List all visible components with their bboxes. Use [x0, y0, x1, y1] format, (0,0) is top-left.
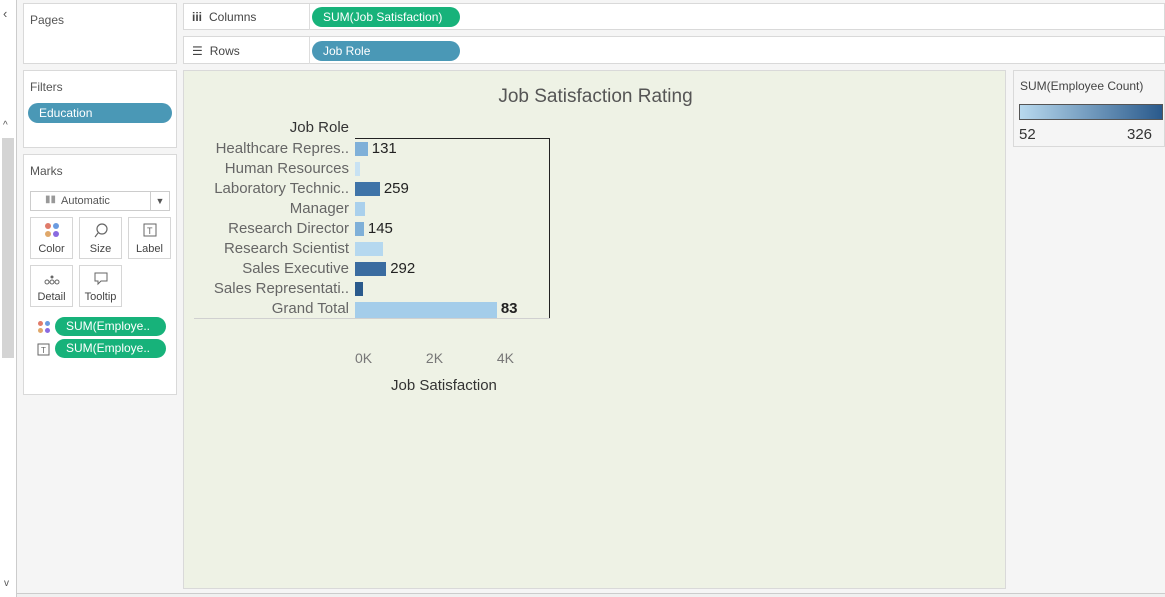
row-label[interactable]: Research Scientist [189, 240, 349, 257]
marks-label-field-pill[interactable]: SUM(Employe.. [55, 339, 166, 358]
marks-tooltip-button[interactable]: Tooltip [79, 265, 122, 307]
marks-panel: Marks ▮▮ Automatic ▼ Color Size T Label … [23, 154, 177, 395]
bar-mark[interactable] [355, 262, 387, 276]
legend-min: 52 [1019, 126, 1036, 143]
bar-value-label: 145 [367, 220, 393, 237]
bar-mark[interactable] [355, 182, 380, 196]
rows-icon: ☰ [192, 44, 203, 58]
row-label[interactable]: Research Director [189, 220, 349, 237]
row-label[interactable]: Laboratory Technic.. [189, 180, 349, 197]
bar-mark[interactable] [355, 202, 365, 216]
marks-size-button[interactable]: Size [79, 217, 122, 259]
svg-text:T: T [147, 226, 153, 236]
svg-text:T: T [41, 346, 46, 355]
viz-area[interactable]: Job Satisfaction Rating Job Role Healthc… [183, 70, 1006, 589]
bar-value-label: 83 [500, 300, 518, 317]
color-icon [31, 222, 72, 240]
x-axis-tick: 2K [425, 350, 444, 366]
marks-color-field-pill[interactable]: SUM(Employe.. [55, 317, 166, 336]
chart-frame-top [355, 138, 550, 139]
grand-total-divider [194, 318, 550, 319]
row-header: Job Role [289, 119, 349, 136]
row-label[interactable]: Grand Total [189, 300, 349, 317]
x-axis-title: Job Satisfaction [391, 377, 497, 394]
bar-value-label: 292 [390, 260, 416, 277]
columns-shelf[interactable]: iii Columns SUM(Job Satisfaction) [183, 3, 1165, 30]
detail-label: Detail [37, 291, 66, 303]
filter-pill-education[interactable]: Education [28, 103, 172, 123]
color-legend[interactable]: SUM(Employee Count) 52 326 [1013, 70, 1165, 147]
row-label[interactable]: Healthcare Repres.. [189, 140, 349, 157]
mark-type-label: Automatic [61, 195, 110, 207]
label-icon: T [129, 222, 170, 240]
bar-mark[interactable] [355, 282, 364, 296]
x-axis-tick: 0K [355, 350, 373, 366]
grand-total-bar[interactable] [355, 302, 497, 318]
marks-label-button[interactable]: T Label [128, 217, 171, 259]
scroll-up-icon[interactable]: ^ [3, 120, 8, 131]
row-label[interactable]: Manager [189, 200, 349, 217]
legend-color-ramp [1019, 104, 1163, 120]
legend-max: 326 [1127, 126, 1153, 143]
mark-type-dropdown[interactable]: ▮▮ Automatic ▼ [30, 191, 170, 211]
row-label[interactable]: Sales Executive [189, 260, 349, 277]
chevron-down-icon: ▼ [150, 192, 169, 210]
detail-icon [31, 270, 72, 288]
bar-mark[interactable] [355, 162, 360, 176]
row-label[interactable]: Human Resources [189, 160, 349, 177]
columns-pill[interactable]: SUM(Job Satisfaction) [312, 7, 460, 27]
bar-value-label: 259 [383, 180, 409, 197]
marks-title: Marks [30, 164, 63, 178]
size-icon [80, 222, 121, 240]
marks-detail-button[interactable]: Detail [30, 265, 73, 307]
label-field-icon: T [37, 343, 51, 362]
marks-color-button[interactable]: Color [30, 217, 73, 259]
legend-title: SUM(Employee Count) [1020, 79, 1144, 93]
bar-value-label: 131 [371, 140, 397, 157]
x-axis-tick: 4K [496, 350, 514, 366]
columns-shelf-label: iii Columns [192, 10, 257, 24]
left-strip: ‹ ^ v [0, 0, 17, 597]
pages-panel[interactable]: Pages [23, 3, 177, 64]
bar-mark[interactable] [355, 222, 364, 236]
columns-icon: iii [192, 10, 203, 24]
filters-panel[interactable]: Filters Education [23, 70, 177, 148]
shelf-divider [309, 4, 310, 30]
collapse-chevron-icon[interactable]: ‹ [3, 6, 7, 21]
tooltip-icon [80, 270, 121, 288]
bar-mark[interactable] [355, 142, 368, 156]
color-field-icon [37, 320, 51, 339]
row-label[interactable]: Sales Representati.. [189, 280, 349, 297]
pages-title: Pages [30, 13, 65, 27]
scrollbar-thumb[interactable] [2, 138, 14, 358]
chart-frame-right [549, 138, 550, 318]
bar-mark-icon: ▮▮ [45, 194, 57, 205]
bottom-strip [17, 593, 1165, 597]
chart-title: Job Satisfaction Rating [498, 86, 693, 107]
rows-shelf-label: ☰ Rows [192, 44, 240, 58]
color-label: Color [38, 243, 65, 255]
rows-pill[interactable]: Job Role [312, 41, 460, 61]
rows-shelf[interactable]: ☰ Rows Job Role [183, 36, 1165, 64]
tooltip-label: Tooltip [84, 291, 117, 303]
size-label: Size [89, 243, 112, 255]
scroll-down-icon[interactable]: v [4, 578, 9, 589]
label-label: Label [136, 243, 163, 255]
shelf-divider [309, 37, 310, 64]
bar-mark[interactable] [355, 242, 383, 256]
filters-title: Filters [30, 80, 63, 94]
